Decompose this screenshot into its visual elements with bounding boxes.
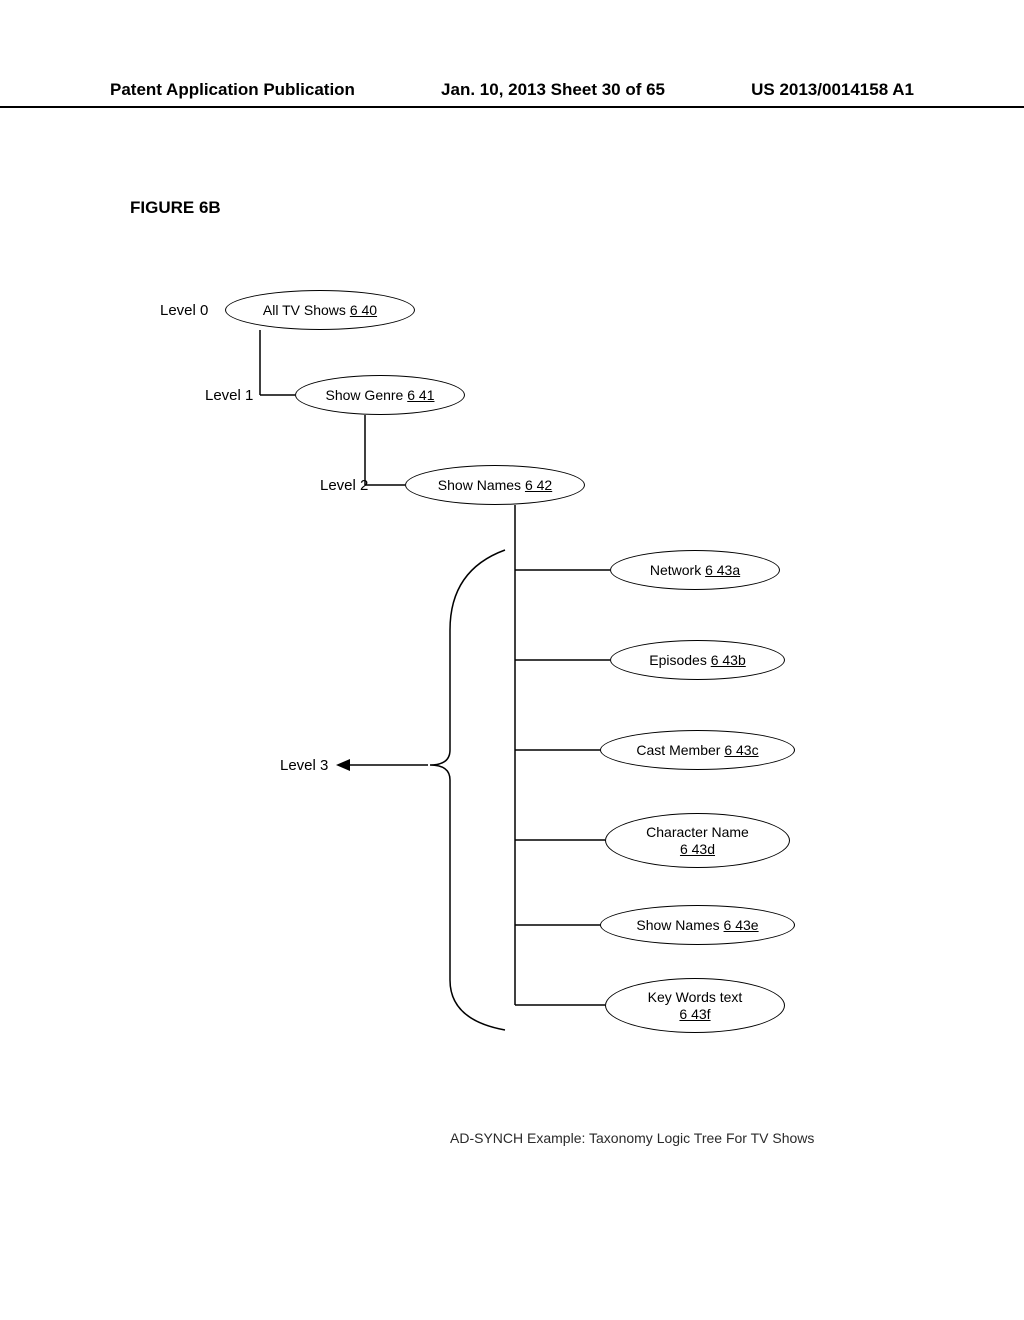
node-text: Episodes [649, 652, 707, 668]
node-text: Show Names [438, 477, 521, 493]
figure-caption: AD-SYNCH Example: Taxonomy Logic Tree Fo… [450, 1130, 814, 1146]
node-text: Show Names [636, 917, 719, 933]
node-show-names-2: Show Names 6 43e [600, 905, 795, 945]
node-ref: 6 41 [407, 387, 434, 403]
header-right: US 2013/0014158 A1 [751, 80, 914, 100]
node-key-words: Key Words text 6 43f [605, 978, 785, 1033]
node-network: Network 6 43a [610, 550, 780, 590]
node-text: Key Words text [648, 989, 743, 1005]
level-3-label: Level 3 [280, 757, 328, 774]
node-text: All TV Shows [263, 302, 346, 318]
node-ref: 6 42 [525, 477, 552, 493]
node-text: Cast Member [636, 742, 720, 758]
node-ref: 6 43c [724, 742, 758, 758]
node-ref: 6 40 [350, 302, 377, 318]
header-left: Patent Application Publication [110, 80, 355, 100]
node-ref: 6 43f [679, 1006, 710, 1022]
page-header: Patent Application Publication Jan. 10, … [0, 80, 1024, 108]
header-center: Jan. 10, 2013 Sheet 30 of 65 [441, 80, 665, 100]
node-text: Show Genre [326, 387, 404, 403]
arrow-left-icon [336, 759, 350, 771]
node-text: Network [650, 562, 701, 578]
node-character-name: Character Name 6 43d [605, 813, 790, 868]
node-episodes: Episodes 6 43b [610, 640, 785, 680]
node-all-tv-shows: All TV Shows 6 40 [225, 290, 415, 330]
figure-label: FIGURE 6B [130, 198, 221, 218]
node-ref: 6 43e [724, 917, 759, 933]
diagram-canvas: Level 0 Level 1 Level 2 Level 3 All TV S… [0, 260, 1024, 1160]
node-ref: 6 43a [705, 562, 740, 578]
node-show-genre: Show Genre 6 41 [295, 375, 465, 415]
connector-lines [0, 260, 1024, 1160]
node-show-names: Show Names 6 42 [405, 465, 585, 505]
node-cast-member: Cast Member 6 43c [600, 730, 795, 770]
node-text: Character Name [646, 824, 749, 840]
level-2-label: Level 2 [320, 477, 368, 494]
node-ref: 6 43d [680, 841, 715, 857]
node-ref: 6 43b [711, 652, 746, 668]
level-0-label: Level 0 [160, 302, 208, 319]
level-1-label: Level 1 [205, 387, 253, 404]
